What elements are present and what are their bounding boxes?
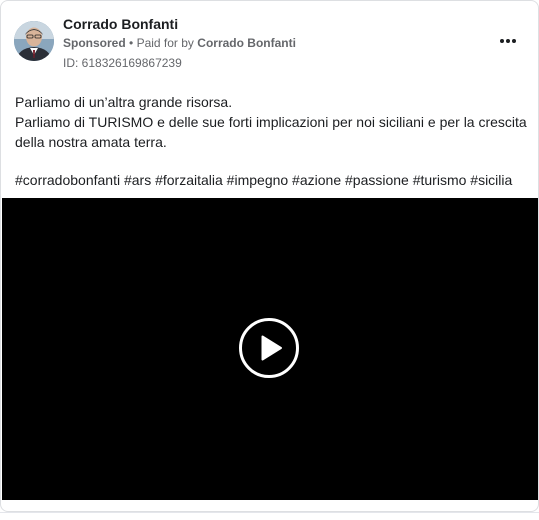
author-name[interactable]: Corrado Bonfanti xyxy=(63,16,178,32)
divider xyxy=(0,512,539,513)
paid-for-name[interactable]: Corrado Bonfanti xyxy=(197,36,296,50)
more-options-icon[interactable] xyxy=(497,32,519,50)
play-icon[interactable] xyxy=(239,318,299,378)
author-avatar[interactable] xyxy=(14,21,54,61)
ad-post-card: Corrado Bonfanti Sponsored • Paid for by… xyxy=(0,0,539,512)
post-hashtags[interactable]: #corradobonfanti #ars #forzaitalia #impe… xyxy=(15,172,512,188)
sponsored-label: Sponsored xyxy=(63,36,126,50)
meta-separator: • xyxy=(129,36,134,50)
paid-for-prefix: Paid for by xyxy=(136,36,194,50)
ad-id: ID: 618326169867239 xyxy=(63,56,182,70)
post-body-line: Parliamo di un’altra grande risorsa. xyxy=(15,94,233,110)
post-body: Parliamo di un’altra grande risorsa. Par… xyxy=(15,92,527,152)
sponsorship-line: Sponsored • Paid for by Corrado Bonfanti xyxy=(63,36,296,50)
post-body-line: Parliamo di TURISMO e delle sue forti im… xyxy=(15,114,527,150)
